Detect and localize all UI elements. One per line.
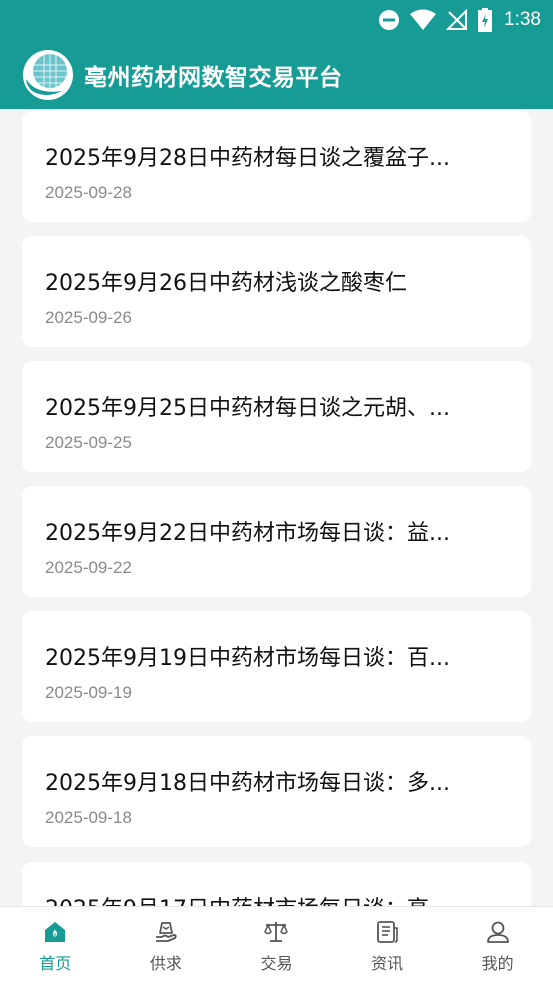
article-date: 2025-09-26 [45,308,132,327]
no-signal-icon [446,9,468,30]
article-title: 2025年9月18日中药材市场每日谈：多... [45,771,450,796]
article-card[interactable]: 2025年9月22日中药材市场每日谈：益... 2025-09-22 [22,486,531,597]
battery-charging-icon [478,8,493,32]
status-bar: 1:38 [0,0,553,40]
tab-label: 首页 [39,954,72,973]
news-icon [377,921,398,943]
article-date: 2025-09-18 [45,808,132,827]
home-icon [45,922,66,942]
tab-news[interactable]: 资讯 [332,907,443,983]
article-title: 2025年9月26日中药材浅谈之酸枣仁 [45,271,407,296]
tab-label: 供求 [149,954,182,973]
article-list[interactable]: 2025年9月28日中药材每日谈之覆盆子... 2025-09-28 2025年… [0,109,553,906]
article-title: 2025年9月17日中药材市场每日谈：高... [45,891,508,906]
do-not-disturb-icon [379,10,400,30]
article-card[interactable]: 2025年9月26日中药材浅谈之酸枣仁 2025-09-26 [22,236,531,347]
tab-trade[interactable]: 交易 [221,907,332,983]
article-date: 2025-09-19 [45,683,132,702]
article-title: 2025年9月19日中药材市场每日谈：百... [45,646,450,671]
article-card[interactable]: 2025年9月25日中药材每日谈之元胡、... 2025-09-25 [22,361,531,472]
article-date: 2025-09-25 [45,433,132,452]
article-card[interactable]: 2025年9月19日中药材市场每日谈：百... 2025-09-19 [22,611,531,722]
supply-demand-icon [155,922,177,942]
user-icon [486,921,509,943]
article-card[interactable]: 2025年9月17日中药材市场每日谈：高... 2025-09-17 [22,862,531,906]
tab-label: 我的 [481,954,514,973]
article-title: 2025年9月25日中药材每日谈之元胡、... [45,396,450,421]
tab-profile[interactable]: 我的 [442,907,553,983]
article-date: 2025-09-22 [45,558,132,577]
article-title: 2025年9月28日中药材每日谈之覆盆子... [45,146,450,171]
article-card[interactable]: 2025年9月18日中药材市场每日谈：多... 2025-09-18 [22,736,531,847]
article-title: 2025年9月22日中药材市场每日谈：益... [45,521,450,546]
app-bar: 亳州药材网数智交易平台 [0,40,553,109]
article-card[interactable]: 2025年9月28日中药材每日谈之覆盆子... 2025-09-28 [22,111,531,222]
article-date: 2025-09-28 [45,183,132,202]
tab-home[interactable]: 首页 [0,907,111,983]
tab-label: 交易 [260,954,293,973]
app-logo [23,49,73,100]
tab-label: 资讯 [371,954,404,973]
scale-icon [264,922,289,942]
tab-supply-demand[interactable]: 供求 [111,907,222,983]
app-title: 亳州药材网数智交易平台 [84,64,343,91]
clock: 1:38 [504,9,541,30]
bottom-tab-bar: 首页 供求 交易 资讯 我的 [0,906,553,983]
wifi-icon [410,9,437,30]
